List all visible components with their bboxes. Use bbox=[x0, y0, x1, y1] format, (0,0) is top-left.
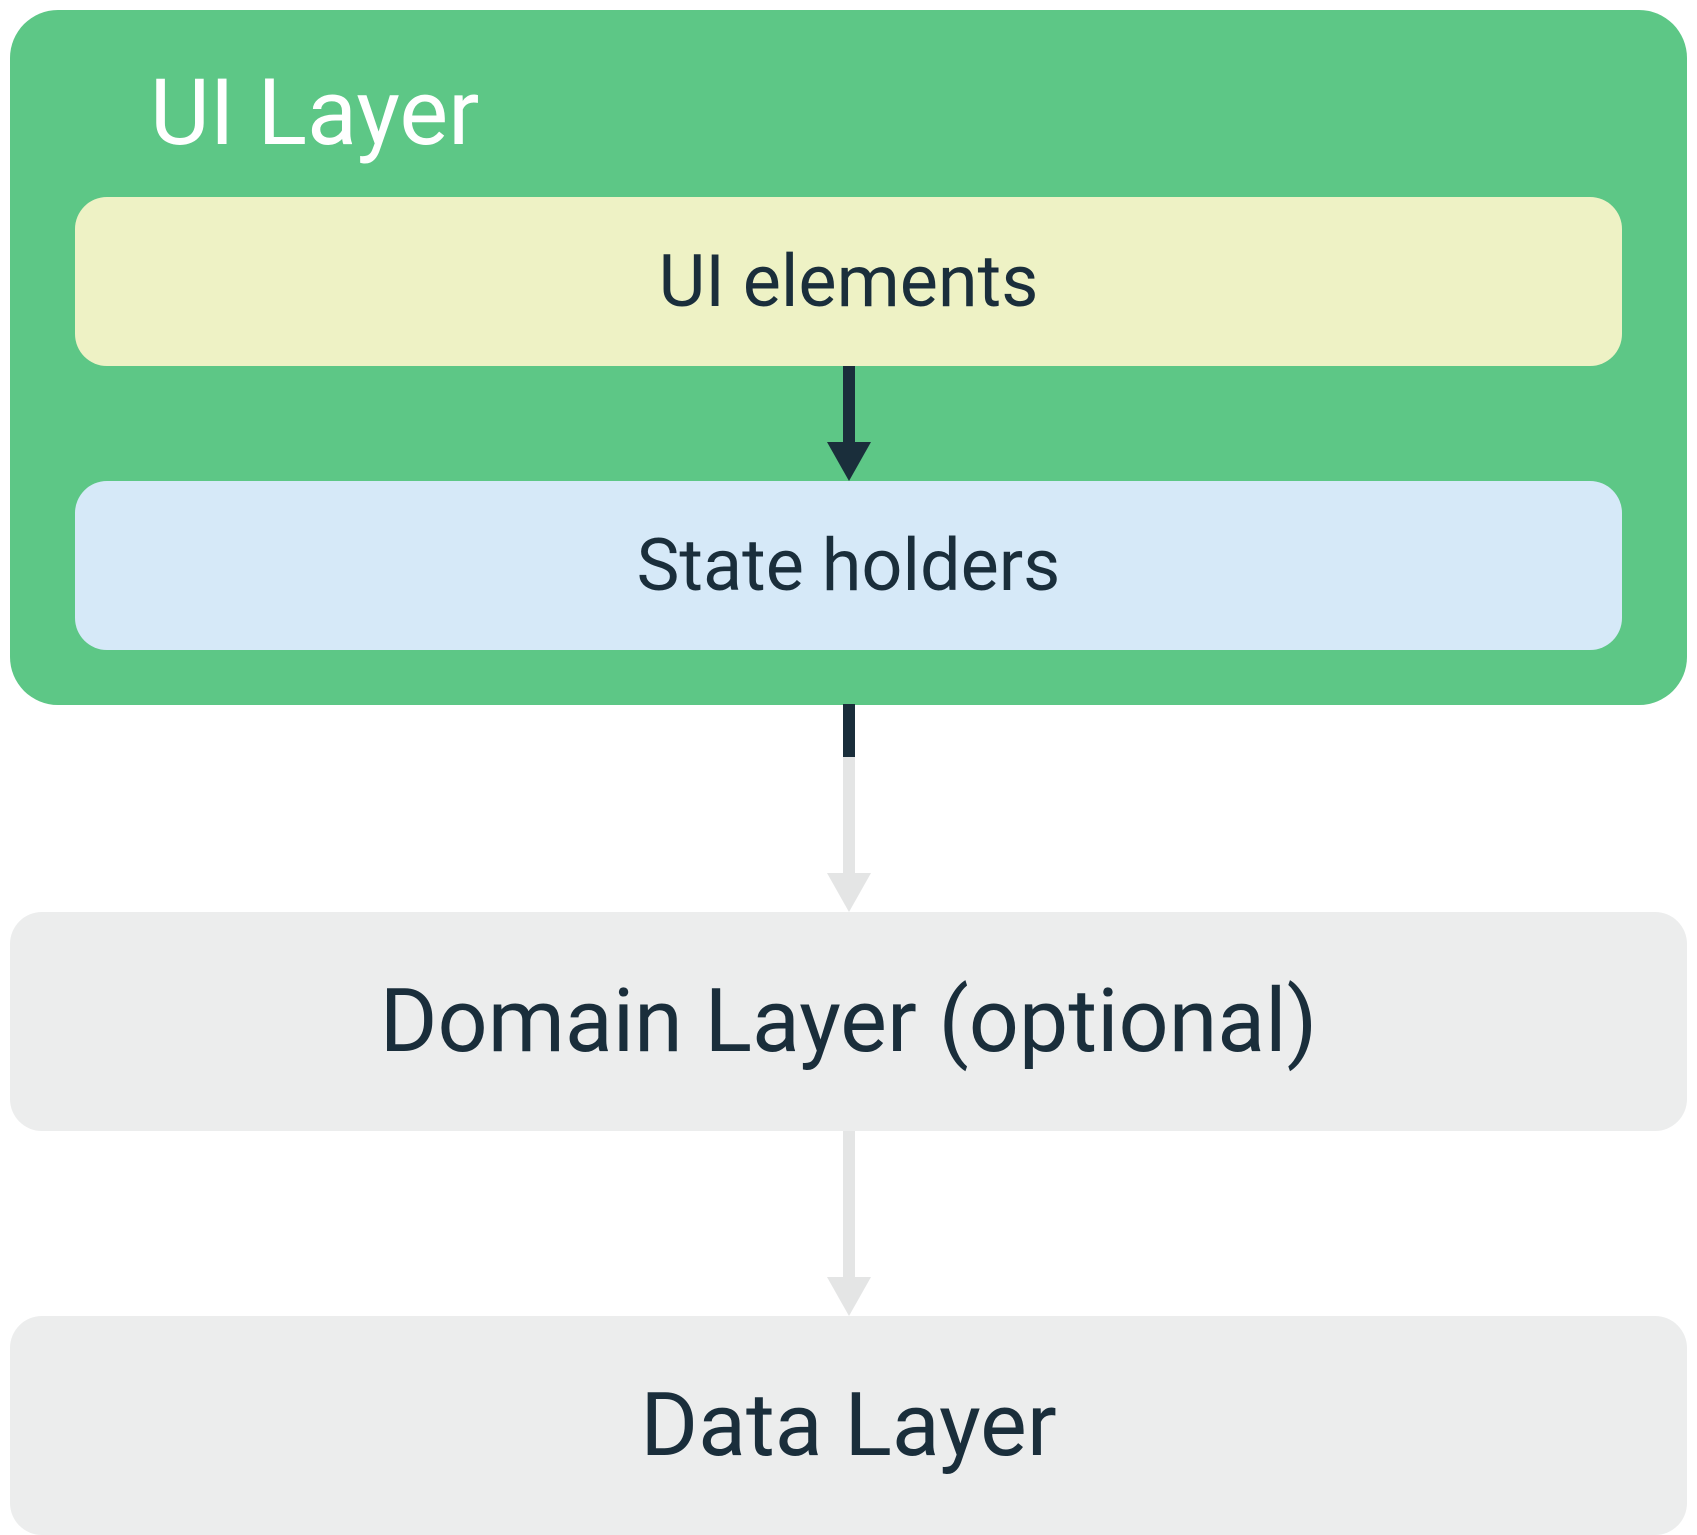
ui-elements-box: UI elements bbox=[75, 197, 1622, 366]
arrow-down-icon bbox=[819, 1131, 879, 1316]
arrow-domain-to-data bbox=[819, 1131, 879, 1316]
architecture-diagram: UI Layer UI elements State holders Domai… bbox=[10, 10, 1687, 1535]
connector-line bbox=[843, 704, 855, 758]
ui-layer-title: UI Layer bbox=[150, 60, 479, 167]
arrow-ui-to-domain bbox=[819, 757, 879, 912]
arrow-down-icon bbox=[819, 366, 879, 481]
ui-layer-container: UI Layer UI elements State holders bbox=[10, 10, 1687, 705]
domain-layer-box: Domain Layer (optional) bbox=[10, 912, 1687, 1131]
data-layer-box: Data Layer bbox=[10, 1316, 1687, 1535]
state-holders-box: State holders bbox=[75, 481, 1622, 650]
arrow-down-icon bbox=[819, 757, 879, 912]
arrow-ui-to-state bbox=[819, 366, 879, 481]
